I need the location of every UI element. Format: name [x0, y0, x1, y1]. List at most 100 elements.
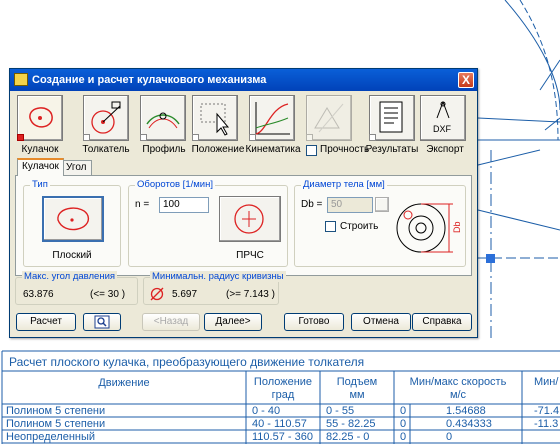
col-header-velocity: Мин/макс скорость [409, 376, 507, 388]
col-header-extra: Мин/ [534, 376, 559, 388]
strength-icon [314, 103, 344, 133]
type-group: Тип Плоский [23, 179, 121, 267]
body-diameter-group: Диаметр тела [мм] Db = 50 Строить Db [294, 179, 466, 267]
toolbar-label-results[interactable]: Результаты [364, 144, 420, 155]
curvature-label: Минимальн. радиус кривизны [150, 271, 286, 282]
table-cell-lift: 55 - 82.25 [326, 418, 376, 430]
follower-check [83, 134, 90, 141]
body-diameter-label: Диаметр тела [мм] [301, 179, 387, 190]
sheet-title: Расчет плоского кулачка, преобразующего … [9, 355, 365, 369]
toolbar-button-profile[interactable] [140, 95, 186, 141]
next-button[interactable]: Далее> [204, 313, 262, 331]
results-check [369, 134, 376, 141]
build-checkbox[interactable] [325, 221, 336, 232]
table-cell-vmax: 0 [446, 431, 453, 443]
pressure-angle-value: 63.876 [23, 289, 54, 300]
toolbar-label-position[interactable]: Положение [188, 144, 248, 155]
db-label: Db = [301, 199, 323, 210]
pressure-angle-limit: (<= 30 ) [90, 289, 126, 300]
dialog-titlebar[interactable]: Создание и расчет кулачкового механизма … [10, 69, 477, 91]
rpm-input[interactable]: 100 [159, 197, 209, 213]
export-dxf-icon: DXF [433, 101, 452, 134]
db-input[interactable]: 50 [327, 197, 373, 213]
toolbar-button-follower[interactable] [83, 95, 129, 141]
table-cell-position: 0 - 40 [252, 405, 281, 417]
cam-icon [29, 107, 53, 128]
rpm-group-label: Оборотов [1/мин] [135, 179, 215, 190]
table-cell-extra: -11.3 [534, 418, 559, 430]
toolbar-label-export[interactable]: Экспорт [420, 144, 470, 155]
table-cell-position: 40 - 110.57 [252, 418, 307, 430]
table-cell-extra: -71.4 [534, 405, 560, 417]
flat-cam-icon [57, 207, 89, 231]
app-icon [14, 73, 28, 86]
prchs-icon [234, 204, 264, 234]
col-header-lift-unit: мм [349, 389, 365, 401]
col-header-velocity-unit: м/с [449, 389, 467, 401]
profile-icon [146, 112, 180, 129]
results-icon [379, 101, 403, 133]
cam-mechanism-dialog: Создание и расчет кулачкового механизма … [9, 68, 478, 338]
table-cell-lift: 0 - 55 [326, 405, 355, 417]
kinematics-icon [255, 102, 290, 135]
type-group-label: Тип [30, 179, 50, 190]
body-diameter-diagram: Db [396, 203, 462, 253]
toolbar-label-kinematics[interactable]: Кинематика [244, 144, 302, 155]
kinematics-check [249, 134, 256, 141]
col-header-position: Положение [253, 376, 313, 388]
toolbar-label-follower[interactable]: Толкатель [76, 144, 136, 155]
toolbar-label-profile[interactable]: Профиль [136, 144, 192, 155]
col-header-lift: Подъем [336, 376, 378, 388]
table-cell-lift: 82.25 - 0 [326, 431, 370, 443]
curvature-limit: (>= 7.143 ) [226, 289, 275, 300]
toolbar-button-cam[interactable] [17, 95, 63, 141]
col-header-motion: Движение [98, 377, 150, 389]
db-picker-button[interactable] [375, 197, 389, 212]
pressure-angle-box: Макс. угол давления 63.876 (<= 30 ) [15, 271, 138, 305]
tab-cam[interactable]: Кулачок [17, 158, 64, 176]
db-dimension-text: Db [452, 221, 462, 233]
table-cell-motion: Неопределенный [6, 431, 96, 443]
strength-checkbox[interactable] [306, 145, 317, 156]
done-button[interactable]: Готово [284, 313, 344, 331]
cad-grip [486, 254, 495, 263]
tab-angle[interactable]: Угол [61, 160, 92, 175]
table-cell-vmin: 0 [400, 431, 407, 443]
follower-icon [91, 101, 121, 134]
position-icon [200, 103, 230, 136]
prchs-label: ПРЧС [236, 250, 264, 261]
magnifier-icon [94, 315, 110, 329]
table-cell-position: 110.57 - 360 [252, 431, 313, 443]
prchs-button[interactable] [219, 196, 281, 242]
flat-type-button[interactable] [42, 196, 104, 242]
toolbar-label-strength[interactable]: Прочность [320, 144, 369, 155]
pressure-angle-label: Макс. угол давления [22, 271, 118, 282]
dxf-badge: DXF [433, 124, 452, 134]
position-check [192, 134, 199, 141]
curvature-box: Минимальн. радиус кривизны 5.697 (>= 7.1… [143, 271, 286, 305]
rpm-group: Оборотов [1/мин] n = 100 ПРЧС [128, 179, 288, 267]
table-cell-vmax: 1.54688 [446, 405, 486, 417]
toolbar-button-results[interactable] [369, 95, 415, 141]
n-label: n = [135, 199, 150, 210]
tab-panel: Тип Плоский Оборотов [1/мин] n = 100 ПРЧ… [15, 175, 472, 276]
help-button[interactable]: Справка [412, 313, 472, 331]
table-cell-motion: Полином 5 степени [6, 418, 106, 430]
toolbar-label-cam[interactable]: Кулачок [12, 144, 68, 155]
toolbar-button-kinematics[interactable] [249, 95, 295, 141]
col-header-position-unit: град [271, 389, 295, 401]
preview-button[interactable] [83, 313, 121, 331]
table-cell-motion: Полином 5 степени [6, 405, 106, 417]
curvature-warning-icon [150, 287, 164, 301]
flat-type-label: Плоский [52, 250, 92, 261]
back-button[interactable]: <Назад [142, 313, 200, 331]
toolbar-button-strength[interactable] [306, 95, 352, 141]
profile-check [140, 134, 147, 141]
strength-check [306, 134, 313, 141]
cancel-button[interactable]: Отмена [351, 313, 411, 331]
close-button[interactable]: X [458, 72, 474, 88]
toolbar-button-export[interactable]: DXF [420, 95, 466, 141]
table-cell-vmax: 0.434333 [446, 418, 492, 430]
calculate-button[interactable]: Расчет [16, 313, 76, 331]
toolbar-button-position[interactable] [192, 95, 238, 141]
